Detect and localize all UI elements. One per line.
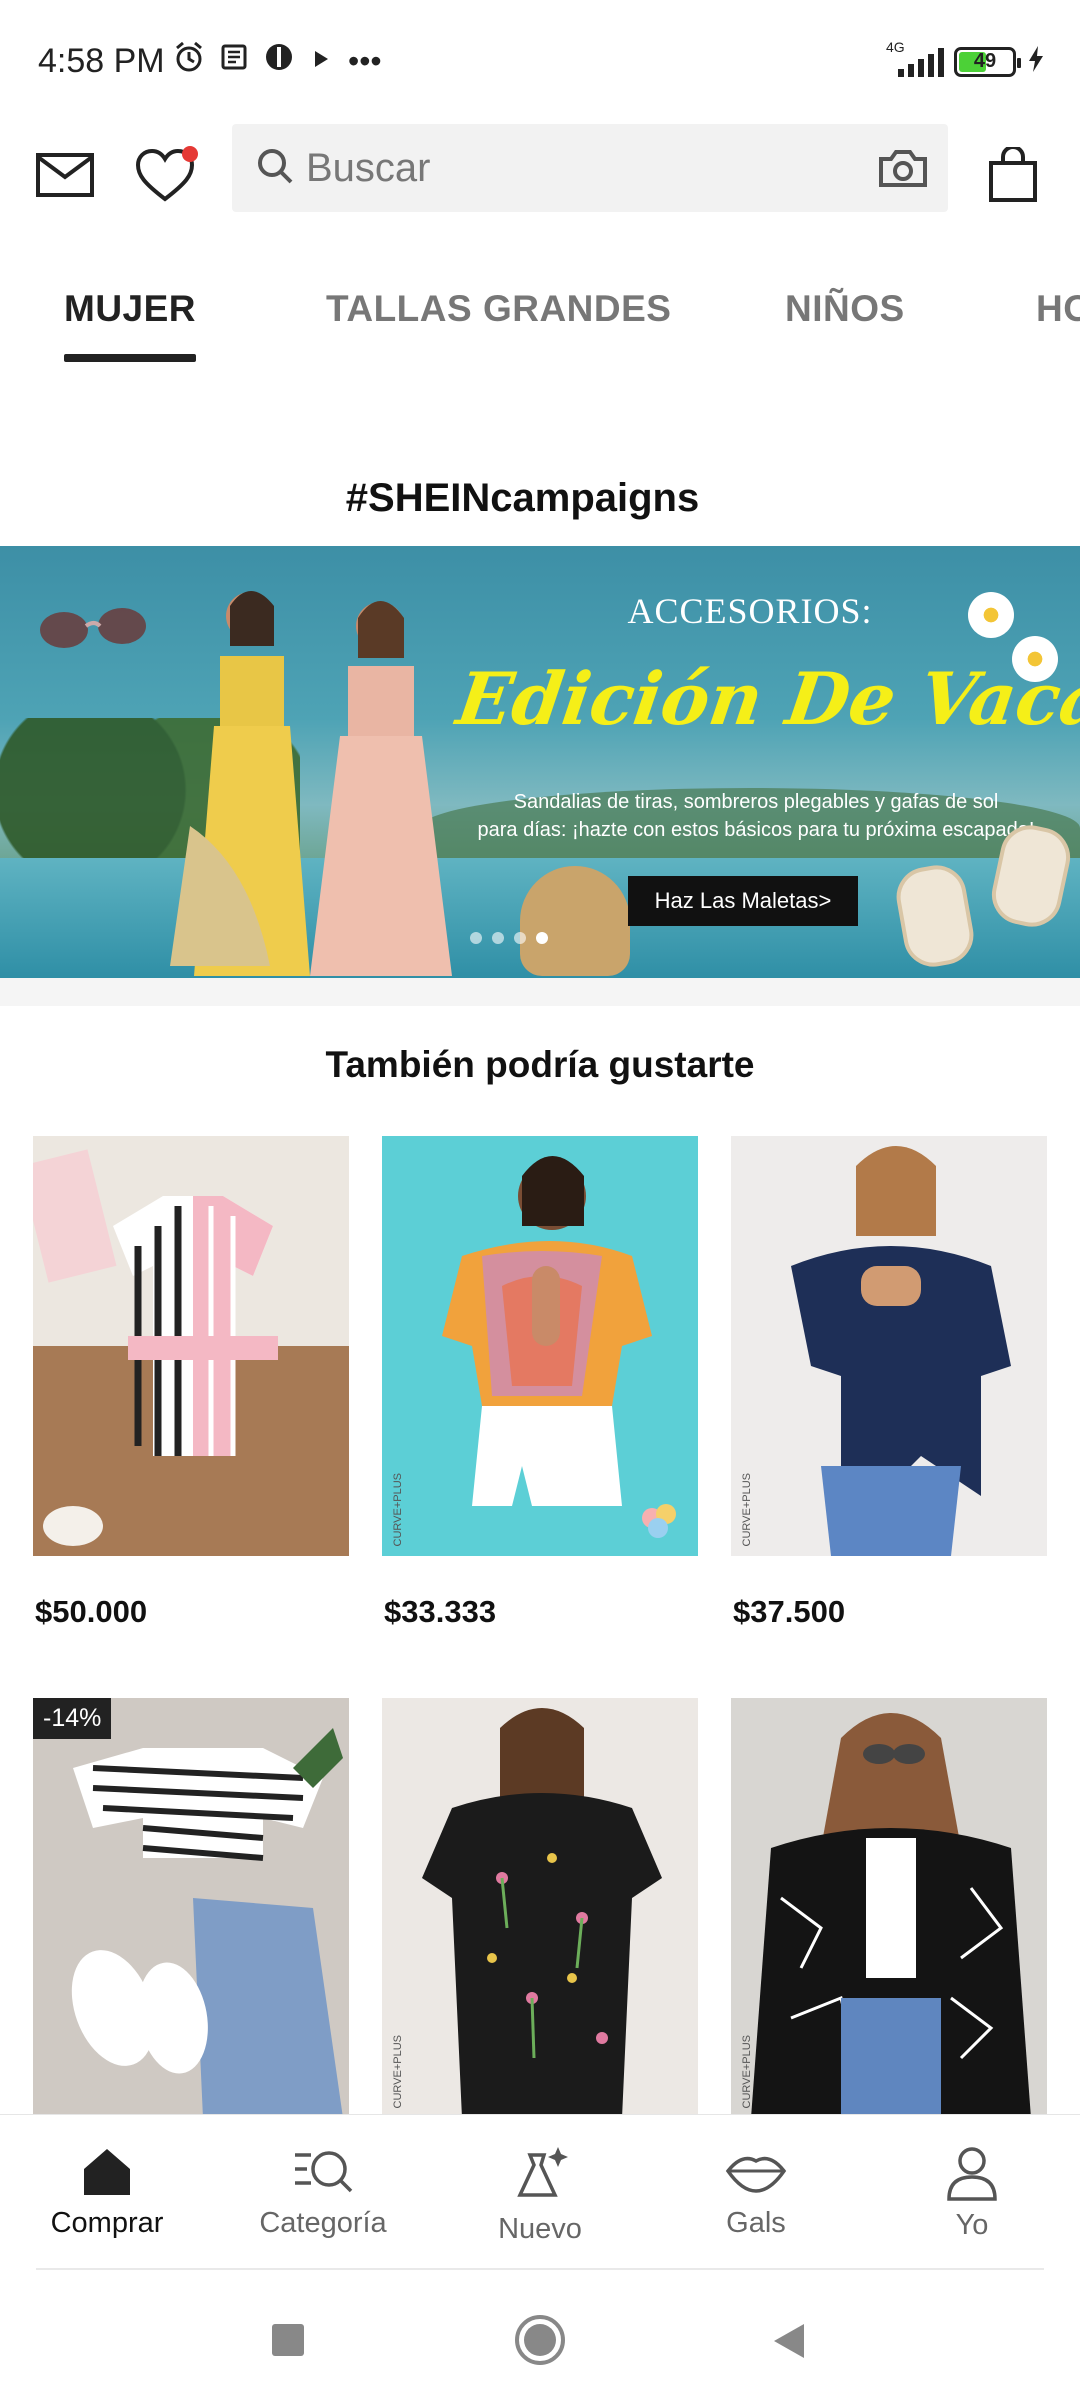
banner-subtitle: Sandalias de tiras, sombreros plegables …	[456, 788, 1056, 844]
home-button[interactable]	[514, 2314, 566, 2371]
banner-heading: ACCESORIOS:	[627, 591, 873, 631]
product-card[interactable]: CURVE+PLUS	[731, 1698, 1047, 2118]
nav-categoria[interactable]: Categoría	[243, 2145, 403, 2240]
product-image[interactable]: CURVE+PLUS	[382, 1136, 698, 1556]
campaign-title: #SHEINcampaigns	[345, 476, 700, 520]
product-price: $33.333	[384, 1594, 497, 1629]
product-image[interactable]: CURVE+PLUS	[382, 1698, 698, 2118]
sunglasses-illustration	[40, 608, 146, 648]
tab-hombre[interactable]: HO	[1036, 288, 1080, 330]
tie-dye-top-image	[442, 1156, 676, 1538]
product-card[interactable]: -14%	[33, 1698, 349, 2118]
mail-icon[interactable]	[30, 140, 100, 210]
striped-pink-dress-image	[33, 1136, 349, 1556]
striped-top-denim-shorts-image	[71, 1728, 343, 2118]
discount-badge: -14%	[33, 1698, 112, 1739]
square-icon	[272, 2324, 304, 2356]
nav-divider	[36, 2268, 1044, 2270]
alarm-icon	[172, 40, 206, 81]
banner-dot	[514, 932, 526, 944]
category-search-icon	[295, 2151, 353, 2193]
active-tab-indicator	[64, 354, 196, 362]
nav-comprar[interactable]: Comprar	[27, 2145, 187, 2240]
signal-icon: 4G	[886, 39, 944, 77]
recommendations-title: También podría gustarte	[325, 1044, 755, 1085]
lips-icon	[725, 2156, 787, 2193]
play-icon	[308, 43, 334, 79]
banner-script-title: Edición De Vacaciones	[452, 656, 1080, 741]
system-navigation-bar	[0, 2280, 1080, 2400]
nav-yo[interactable]: Yo	[892, 2145, 1052, 2242]
navy-backless-top-image	[791, 1146, 1011, 1556]
recent-apps-button[interactable]	[270, 2322, 306, 2363]
model-yellow-dress	[170, 591, 310, 976]
nav-gals[interactable]: Gals	[676, 2145, 836, 2240]
banner-dot	[470, 932, 482, 944]
model-floral-dress	[310, 601, 452, 976]
search-icon	[256, 147, 294, 190]
wishlist-notification-dot	[182, 146, 198, 162]
nav-nuevo[interactable]: Nuevo	[460, 2145, 620, 2246]
status-bar: 4:58 PM ••• 4G 49	[0, 0, 1080, 120]
brand-label: CURVE+PLUS	[392, 1472, 404, 1546]
news-icon	[220, 42, 250, 79]
campaign-banner[interactable]: ACCESORIOS: Edición De Vacaciones Sandal…	[0, 546, 1080, 978]
product-price: $37.500	[733, 1594, 846, 1629]
product-image[interactable]: CURVE+PLUS	[731, 1136, 1047, 1556]
status-time: 4:58 PM	[38, 42, 165, 80]
back-triangle-icon	[774, 2324, 804, 2358]
back-button[interactable]	[770, 2322, 806, 2365]
banner-dot	[492, 932, 504, 944]
banner-pagination	[470, 932, 548, 944]
tab-ninos[interactable]: NIÑOS	[785, 288, 905, 330]
home-icon	[84, 2149, 130, 2195]
product-image[interactable]: -14%	[33, 1698, 349, 2118]
bottom-navigation: Comprar Categoría Nuevo Gals Yo	[0, 2114, 1080, 2270]
flower-decoration	[968, 592, 1014, 638]
brand-label: CURVE+PLUS	[392, 2034, 404, 2108]
tab-mujer[interactable]: MUJER	[64, 288, 196, 330]
shopping-bag-icon[interactable]	[978, 140, 1048, 210]
new-dress-icon	[517, 2147, 568, 2197]
product-image[interactable]	[33, 1136, 349, 1556]
product-image[interactable]: CURVE+PLUS	[731, 1698, 1047, 2118]
product-card[interactable]: $50.000	[33, 1136, 349, 1630]
nav-label: Nuevo	[498, 2213, 582, 2245]
banner-cta-button[interactable]: Haz Las Maletas>	[628, 876, 858, 926]
wishlist-heart-icon[interactable]	[130, 140, 200, 210]
status-notification-icons: •••	[172, 40, 382, 81]
straw-bag-illustration	[520, 866, 630, 976]
user-icon	[947, 2147, 997, 2201]
banner-dot-active	[536, 932, 548, 944]
camera-search-icon[interactable]	[858, 147, 948, 189]
status-right: 4G 49	[886, 39, 1046, 79]
section-divider	[0, 978, 1080, 1006]
nav-label: Yo	[955, 2209, 989, 2241]
banner-subtitle-line1: Sandalias de tiras, sombreros plegables …	[513, 791, 999, 813]
brand-label: CURVE+PLUS	[741, 2034, 753, 2108]
app-notification-icon	[264, 42, 294, 79]
search-bar[interactable]: Buscar	[232, 124, 948, 212]
brand-label: CURVE+PLUS	[741, 1472, 753, 1546]
nav-label: Gals	[726, 2207, 786, 2239]
banner-subtitle-line2: para días: ¡hazte con estos básicos para…	[477, 819, 1035, 841]
product-price: $50.000	[35, 1594, 148, 1629]
product-card[interactable]: CURVE+PLUS	[382, 1698, 698, 2118]
product-card[interactable]: CURVE+PLUS $37.500	[731, 1136, 1047, 1630]
circle-icon	[515, 2315, 565, 2365]
top-header: Buscar	[0, 120, 1080, 230]
battery-icon: 49	[954, 46, 1021, 77]
charging-icon	[1026, 44, 1046, 79]
more-notifications-icon: •••	[348, 42, 382, 79]
embroidered-mesh-dress-image	[422, 1708, 662, 2118]
product-card[interactable]: CURVE+PLUS $33.333	[382, 1136, 698, 1630]
flower-decoration	[1012, 636, 1058, 682]
tab-tallas-grandes[interactable]: TALLAS GRANDES	[326, 288, 671, 330]
battery-level: 49	[973, 50, 997, 72]
nav-label: Categoría	[259, 2207, 387, 2239]
nav-label: Comprar	[50, 2207, 164, 2239]
network-type: 4G	[886, 38, 905, 55]
geometric-jacket-image	[751, 1713, 1031, 2118]
search-placeholder: Buscar	[306, 145, 431, 190]
